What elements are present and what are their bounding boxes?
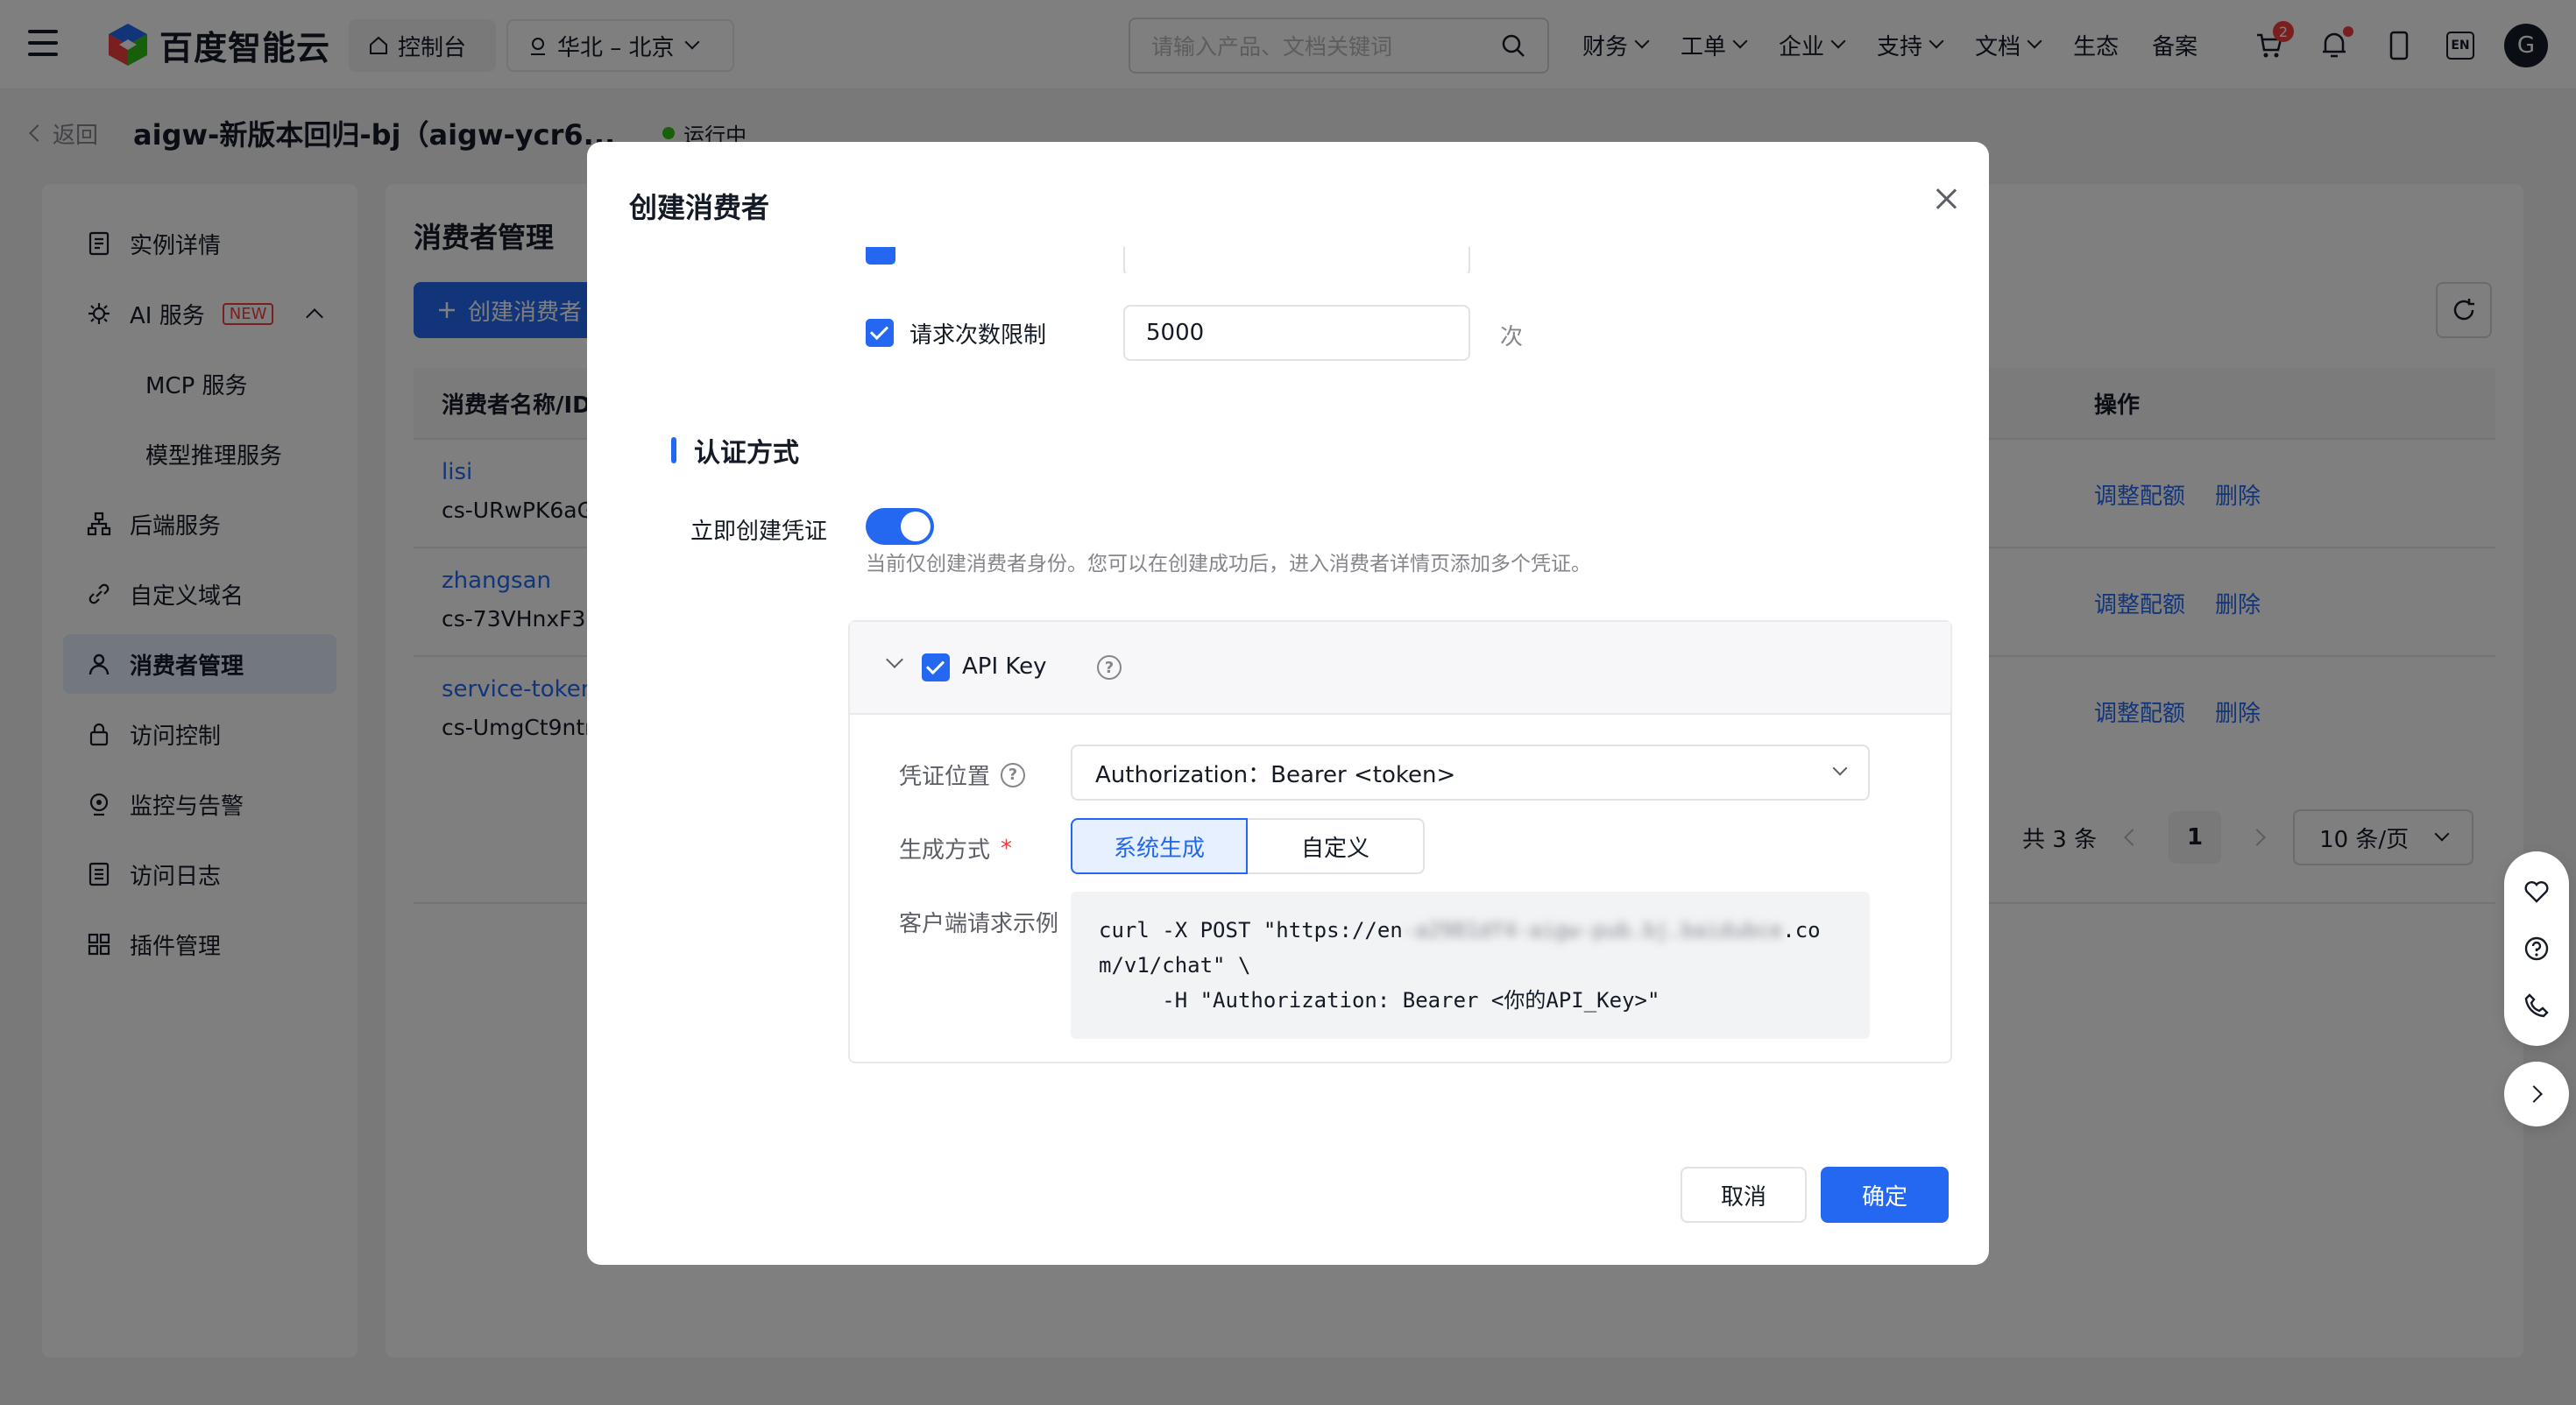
heart-icon[interactable]	[2523, 878, 2551, 906]
create-credential-label: 立即创建凭证	[690, 519, 828, 545]
section-bar	[671, 437, 676, 463]
api-key-checkbox[interactable]	[922, 653, 950, 681]
floating-toolbar	[2504, 851, 2569, 1046]
request-limit-input[interactable]: 5000	[1123, 305, 1470, 361]
code-line-3: -H "Authorization: Bearer <你的API_Key>"	[1099, 988, 1660, 1013]
api-key-panel-header: API Key ?	[850, 622, 1950, 715]
api-key-label: API Key	[962, 653, 1047, 680]
custom-option[interactable]: 自定义	[1248, 818, 1425, 874]
help-icon[interactable]: ?	[1001, 762, 1026, 787]
request-limit-label: 请求次数限制	[909, 322, 1047, 349]
generate-method-segment: 系统生成 自定义	[1071, 818, 1425, 874]
credential-hint: 当前仅创建消费者身份。您可以在创建成功后，进入消费者详情页添加多个凭证。	[866, 553, 1591, 575]
request-limit-unit: 次	[1500, 324, 1524, 350]
create-credential-row: 立即创建凭证	[587, 501, 1989, 554]
code-line-1-start: curl -X POST "https://en	[1099, 918, 1403, 943]
auth-section-title: 认证方式	[671, 431, 799, 470]
generate-method-label: 生成方式 *	[899, 835, 1013, 865]
request-limit-row: 请求次数限制 5000 次	[587, 305, 1989, 361]
system-generate-option[interactable]: 系统生成	[1071, 818, 1248, 874]
request-limit-checkbox[interactable]	[866, 319, 894, 347]
api-key-panel: API Key ? 凭证位置 ? Authorization：Bearer <t…	[848, 620, 1952, 1063]
code-line-2: m/v1/chat" \	[1099, 953, 1251, 978]
help-icon[interactable]: ?	[1097, 655, 1122, 680]
required-mark: *	[1001, 835, 1013, 862]
client-request-example: curl -X POST "https://en-a2981df4-aigw-p…	[1071, 892, 1870, 1039]
phone-icon[interactable]	[2523, 992, 2551, 1020]
token-limit-checkbox[interactable]	[866, 247, 895, 265]
chevron-down-icon[interactable]	[886, 651, 903, 668]
scrolled-token-limit-row	[587, 247, 1989, 273]
close-icon[interactable]	[1933, 186, 1959, 212]
client-example-label: 客户端请求示例	[899, 911, 1059, 937]
confirm-button[interactable]: 确定	[1821, 1167, 1949, 1223]
cancel-button[interactable]: 取消	[1681, 1167, 1807, 1223]
blurred-endpoint: -a2981df4-aigw-pub.bj.baidubce	[1402, 918, 1783, 943]
create-credential-toggle[interactable]	[866, 508, 934, 545]
credential-location-select[interactable]: Authorization：Bearer <token>	[1071, 745, 1870, 801]
help-icon[interactable]	[2523, 935, 2551, 963]
code-line-1-end: .co	[1782, 918, 1821, 943]
create-consumer-dialog: 创建消费者 请求次数限制 5000 次 认证方式 立即创建凭证 当前仅创建消费者…	[587, 142, 1989, 1265]
chevron-right-icon	[2525, 1085, 2543, 1103]
chevron-down-icon	[1832, 760, 1848, 776]
credential-location-label: 凭证位置 ?	[899, 759, 1026, 791]
dialog-title: 创建消费者	[629, 191, 770, 224]
expand-toolbar-button[interactable]	[2504, 1062, 2569, 1126]
token-limit-input[interactable]	[1123, 247, 1470, 273]
